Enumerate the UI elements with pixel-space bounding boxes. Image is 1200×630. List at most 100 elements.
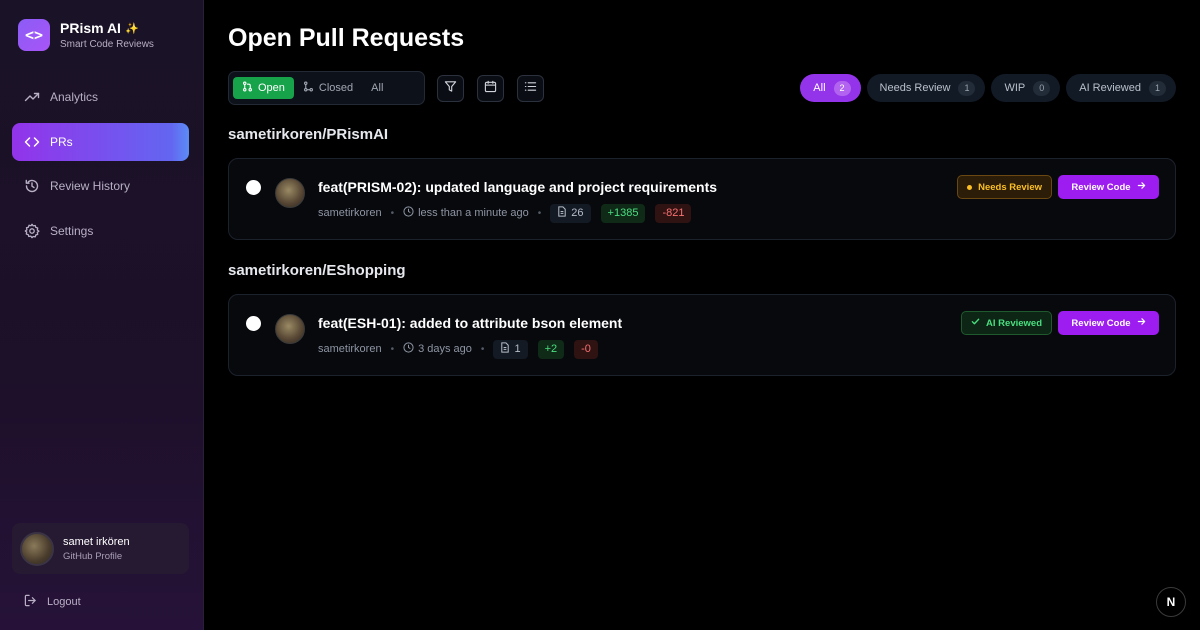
list-view-button[interactable]: [517, 75, 544, 102]
additions-badge: +1385: [600, 203, 646, 223]
avatar: [20, 531, 54, 566]
chip-label: All: [813, 82, 826, 94]
deletions-badge: -821: [655, 203, 692, 223]
logout-label: Logout: [47, 596, 81, 608]
chip-count: 2: [833, 80, 851, 96]
tab-all[interactable]: All: [362, 77, 392, 99]
list-icon: [524, 80, 537, 98]
repo-heading: sametirkoren/PRismAI: [228, 126, 389, 143]
clock-icon: [403, 206, 414, 220]
sidebar-item-label: PRs: [50, 134, 73, 149]
status-badge: Needs Review: [957, 175, 1052, 199]
files-count: 26: [571, 207, 584, 219]
filter-chip-needs-review[interactable]: Needs Review 1: [866, 74, 986, 102]
logout-icon: [24, 594, 37, 610]
pr-meta: sametirkoren • less than a minute ago • …: [318, 203, 701, 223]
status-filter-chips: All 2 Needs Review 1 WIP 0 AI Reviewed 1: [800, 74, 1176, 102]
status-label: AI Reviewed: [986, 317, 1042, 329]
user-profile-card[interactable]: samet irkören GitHub Profile: [12, 523, 189, 574]
separator-dot: •: [390, 207, 395, 219]
tab-closed[interactable]: Closed: [294, 77, 362, 99]
arrow-right-icon: [1137, 317, 1146, 329]
brand[interactable]: <> PRism AI ✨ Smart Code Reviews: [18, 19, 154, 51]
pr-meta: sametirkoren • 3 days ago • 1 +2 -0: [318, 339, 608, 359]
clock-icon: [403, 342, 414, 356]
avatar: [275, 314, 305, 344]
nextjs-devtools-icon[interactable]: N: [1156, 587, 1186, 617]
filter-chip-all[interactable]: All 2: [800, 74, 861, 102]
review-code-label: Review Code: [1071, 317, 1131, 329]
sidebar-item-settings[interactable]: Settings: [12, 212, 189, 250]
brand-text: PRism AI ✨ Smart Code Reviews: [60, 20, 154, 50]
pr-card[interactable]: feat(ESH-01): added to attribute bson el…: [228, 294, 1176, 376]
filter-chip-ai-reviewed[interactable]: AI Reviewed 1: [1066, 74, 1176, 102]
sidebar-item-review-history[interactable]: Review History: [12, 167, 189, 205]
pr-select-radio[interactable]: [246, 316, 261, 331]
chip-count: 1: [1149, 80, 1166, 96]
brand-name-row: PRism AI ✨: [60, 20, 154, 36]
pr-time: less than a minute ago: [418, 207, 529, 219]
profile-name: samet irkören: [63, 535, 130, 548]
filter-icon: [444, 80, 457, 98]
chip-count: 0: [1033, 80, 1051, 96]
pr-time: 3 days ago: [418, 343, 472, 355]
chip-count: 1: [958, 80, 976, 96]
profile-text: samet irkören GitHub Profile: [63, 536, 130, 562]
file-icon: [557, 206, 567, 220]
review-code-label: Review Code: [1071, 181, 1131, 193]
additions-badge: +2: [537, 339, 565, 359]
separator-dot: •: [537, 207, 542, 219]
pr-select-radio[interactable]: [246, 180, 261, 195]
files-changed-badge: 26: [550, 203, 591, 223]
arrow-right-icon: [1137, 181, 1146, 193]
separator-dot: •: [480, 343, 485, 355]
pr-author: sametirkoren: [318, 207, 382, 219]
filter-chip-wip[interactable]: WIP 0: [991, 74, 1061, 102]
file-icon: [500, 342, 510, 356]
calendar-icon: [484, 80, 497, 98]
profile-subtitle: GitHub Profile: [63, 550, 123, 562]
filter-button[interactable]: [437, 75, 464, 102]
page-title: Open Pull Requests: [228, 24, 465, 52]
code-icon: [24, 134, 40, 150]
gear-icon: [24, 223, 40, 239]
pr-title[interactable]: feat(PRISM-02): updated language and pro…: [318, 179, 717, 195]
files-changed-badge: 1: [493, 339, 528, 359]
sidebar: <> PRism AI ✨ Smart Code Reviews Analyti…: [0, 0, 204, 630]
logout-button[interactable]: Logout: [24, 594, 81, 610]
sidebar-item-label: Review History: [50, 179, 131, 193]
pull-request-icon: [242, 81, 253, 95]
sidebar-item-prs[interactable]: PRs: [12, 122, 189, 161]
chip-label: WIP: [1004, 82, 1026, 94]
date-filter-button[interactable]: [477, 75, 504, 102]
status-label: Needs Review: [978, 181, 1042, 193]
brand-name: PRism AI: [60, 20, 121, 36]
review-code-button[interactable]: Review Code: [1058, 175, 1159, 199]
history-icon: [24, 178, 40, 194]
avatar: [275, 178, 305, 208]
code-logo-icon: <>: [18, 19, 50, 51]
check-icon: [971, 317, 980, 329]
files-count: 1: [514, 343, 521, 355]
status-dot-icon: [967, 184, 973, 190]
status-badge: AI Reviewed: [961, 311, 1052, 335]
repo-heading: sametirkoren/EShopping: [228, 262, 406, 279]
deletions-badge: -0: [574, 339, 598, 359]
sparkle-icon: ✨: [124, 22, 139, 35]
chip-label: Needs Review: [879, 82, 951, 94]
sidebar-item-analytics[interactable]: Analytics: [12, 78, 189, 116]
sidebar-item-label: Analytics: [50, 90, 99, 104]
sidebar-item-label: Settings: [50, 223, 94, 238]
tab-open[interactable]: Open: [233, 77, 294, 99]
review-code-button[interactable]: Review Code: [1058, 311, 1159, 335]
tab-label: All: [371, 82, 384, 94]
sidebar-nav: Analytics PRs Review History Settings: [12, 78, 189, 256]
pr-card[interactable]: feat(PRISM-02): updated language and pro…: [228, 158, 1176, 240]
pr-title[interactable]: feat(ESH-01): added to attribute bson el…: [318, 315, 622, 331]
trending-up-icon: [24, 89, 40, 105]
tab-label: Open: [258, 82, 285, 94]
pr-state-tabs: Open Closed All: [228, 71, 425, 105]
separator-dot: •: [390, 343, 395, 355]
brand-subtitle: Smart Code Reviews: [60, 39, 154, 50]
pull-request-closed-icon: [303, 81, 314, 95]
